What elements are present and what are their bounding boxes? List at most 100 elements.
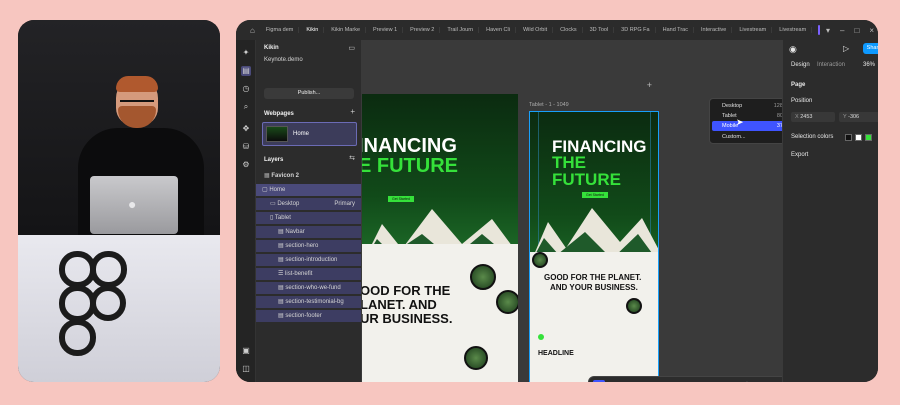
hero-cta-button[interactable]: Get Started [582, 192, 608, 198]
selection-colors-label: Selection colors [791, 134, 834, 140]
site-name[interactable]: Kikin [256, 42, 361, 54]
tab[interactable]: Livestream [774, 27, 813, 33]
tab[interactable]: Wild Orbit [518, 27, 554, 33]
tab[interactable]: Preview 1 [368, 27, 404, 33]
layer-label: section-footer [285, 313, 322, 319]
intro-heading-line1: GOOD FOR THE PLANET. [544, 273, 642, 282]
ai-icon[interactable]: ▣ [241, 346, 251, 356]
tool-rail: ✦ ▤ ◷ ⌕ ✥ ⛁ ⚙ ▣ ◫ [236, 40, 256, 382]
desktop-frame[interactable]: INANCING E FUTURE Get Started OOD FOR TH… [362, 94, 518, 382]
tablet-frame-label[interactable]: Tablet - 1 - 1049 [529, 102, 569, 108]
pages-icon[interactable]: ▤ [241, 66, 251, 76]
page-card-label: Home [293, 131, 310, 137]
figma-menu-icon[interactable]: ⌂ [246, 26, 259, 35]
tab[interactable]: Figma dem [261, 27, 300, 33]
frame-tool-icon[interactable]: ⊞ [613, 380, 625, 382]
tab[interactable]: Clocks [555, 27, 583, 33]
zoom-level[interactable]: 36% [863, 62, 875, 68]
sidebar-toggle-icon[interactable]: ◫ [241, 364, 251, 374]
x-position-input[interactable]: X 2453 [791, 112, 835, 122]
tab[interactable]: Preview 2 [405, 27, 441, 33]
close-icon[interactable]: × [865, 26, 878, 35]
maximize-icon[interactable]: □ [850, 26, 863, 35]
list-icon: ☰ [278, 271, 286, 277]
hero-heading-line1: INANCING [362, 135, 457, 157]
user-avatar[interactable] [818, 25, 821, 35]
tab-bar: ⌂ Figma dem Kikin Kikin Marke Preview 1 … [236, 20, 878, 40]
tab-active[interactable]: Kikin [301, 27, 325, 33]
tablet-frame[interactable]: FINANCING THE FUTURE Get Started GOOD FO… [529, 111, 659, 382]
hero-cta-button[interactable]: Get Started [388, 196, 414, 202]
color-swatch[interactable] [845, 134, 852, 141]
panel-layout-icon[interactable]: ▭ [348, 44, 355, 52]
layers-options-icon[interactable]: ⇆ [349, 154, 355, 162]
tab-interaction[interactable]: Interaction [817, 62, 845, 68]
layer-section-footer[interactable]: ▤ section-footer [256, 310, 361, 322]
color-swatch[interactable] [865, 134, 872, 141]
y-label: Y [843, 114, 847, 120]
layer-navbar[interactable]: ▤ Navbar [256, 226, 361, 238]
add-page-icon[interactable]: + [350, 107, 355, 116]
circle-image [470, 264, 496, 290]
speaker-video: ● [18, 20, 220, 382]
breakpoint-option-mobile[interactable]: Mobile 375 [712, 121, 782, 131]
cms-icon[interactable]: ⛁ [241, 142, 251, 152]
components-icon[interactable]: ✥ [241, 124, 251, 134]
layer-section-hero[interactable]: ▤ section-hero [256, 240, 361, 252]
layer-favicon[interactable]: ▦ Favicon 2 [256, 170, 361, 182]
speaker-glasses [120, 100, 154, 106]
page-card-home[interactable]: Home [262, 122, 357, 146]
file-name: Keynote.demo [264, 57, 303, 63]
layer-section-introduction[interactable]: ▤ section-introduction [256, 254, 361, 266]
ai-tool-icon[interactable]: ✧ [761, 380, 773, 382]
y-position-input[interactable]: Y -306 [839, 112, 878, 122]
component-tool-icon[interactable]: ✥ [635, 380, 647, 382]
shape-tool-icon[interactable]: □ [659, 380, 671, 382]
figma-window: ⌂ Figma dem Kikin Kikin Marke Preview 1 … [236, 20, 878, 382]
tab[interactable]: 3D Tool [585, 27, 615, 33]
image-tool-icon[interactable]: ▧ [703, 380, 715, 382]
layer-label: Tablet [274, 215, 291, 221]
color-swatch[interactable] [855, 134, 862, 141]
chevron-down-icon[interactable]: ▾ [822, 26, 834, 35]
move-tool-icon[interactable]: ➤ [593, 380, 605, 382]
layer-desktop[interactable]: ▭ Desktop Primary [256, 198, 361, 210]
layer-section-who-we-fund[interactable]: ▤ section-who-we-fund [256, 282, 361, 294]
breakpoint-option-desktop[interactable]: Desktop 1280 [712, 101, 782, 111]
comment-tool-icon[interactable]: ◯ [741, 380, 753, 382]
tab-design[interactable]: Design [791, 62, 810, 68]
tab[interactable]: Kikin Marke [326, 27, 367, 33]
tab[interactable]: Trail Journ [442, 27, 480, 33]
breakpoint-option-tablet[interactable]: Tablet 800 [712, 111, 782, 121]
figma-logo-small-icon[interactable]: ✦ [241, 48, 251, 58]
play-icon[interactable]: ▷ [843, 44, 849, 53]
x-value: 2453 [800, 114, 813, 120]
tab[interactable]: Hand Trac [658, 27, 694, 33]
option-width: 1280 [773, 103, 782, 109]
text-tool-icon[interactable]: T [723, 380, 735, 382]
export-label[interactable]: Export [791, 152, 808, 158]
layer-list-benefit[interactable]: ☰ list-benefit [256, 268, 361, 280]
assets-icon[interactable]: ◷ [241, 84, 251, 94]
canvas[interactable]: + INANCING E FUTURE Get Started OOD FOR … [362, 40, 782, 382]
add-breakpoint-icon[interactable]: + [647, 80, 652, 90]
publish-button[interactable]: Publish... [264, 88, 354, 99]
share-button[interactable]: Share [863, 43, 878, 54]
tab[interactable]: Haven Cli [481, 27, 516, 33]
settings-icon[interactable]: ⚙ [241, 160, 251, 170]
minimize-icon[interactable]: – [836, 26, 848, 35]
right-panel: ◉ ▷ Share Design Interaction 36% Page Po… [782, 40, 878, 382]
layer-home[interactable]: ▢ Home [256, 184, 361, 196]
tab[interactable]: 3D RPG Fa [616, 27, 656, 33]
layer-label: section-introduction [285, 257, 338, 263]
breakpoint-option-custom[interactable]: Custom... [712, 132, 782, 142]
collab-icon[interactable]: ◉ [789, 44, 797, 55]
pen-tool-icon[interactable]: ✎ [683, 380, 695, 382]
tab[interactable]: Livestream [734, 27, 773, 33]
option-label: Tablet [722, 113, 737, 119]
search-icon[interactable]: ⌕ [241, 102, 251, 112]
intro-heading-line2: AND YOUR BUSINESS. [550, 283, 638, 292]
tab[interactable]: Interactive [696, 27, 733, 33]
layer-tablet[interactable]: ▯ Tablet [256, 212, 361, 224]
layer-section-testimonial-bg[interactable]: ▤ section-testimonial-bg [256, 296, 361, 308]
